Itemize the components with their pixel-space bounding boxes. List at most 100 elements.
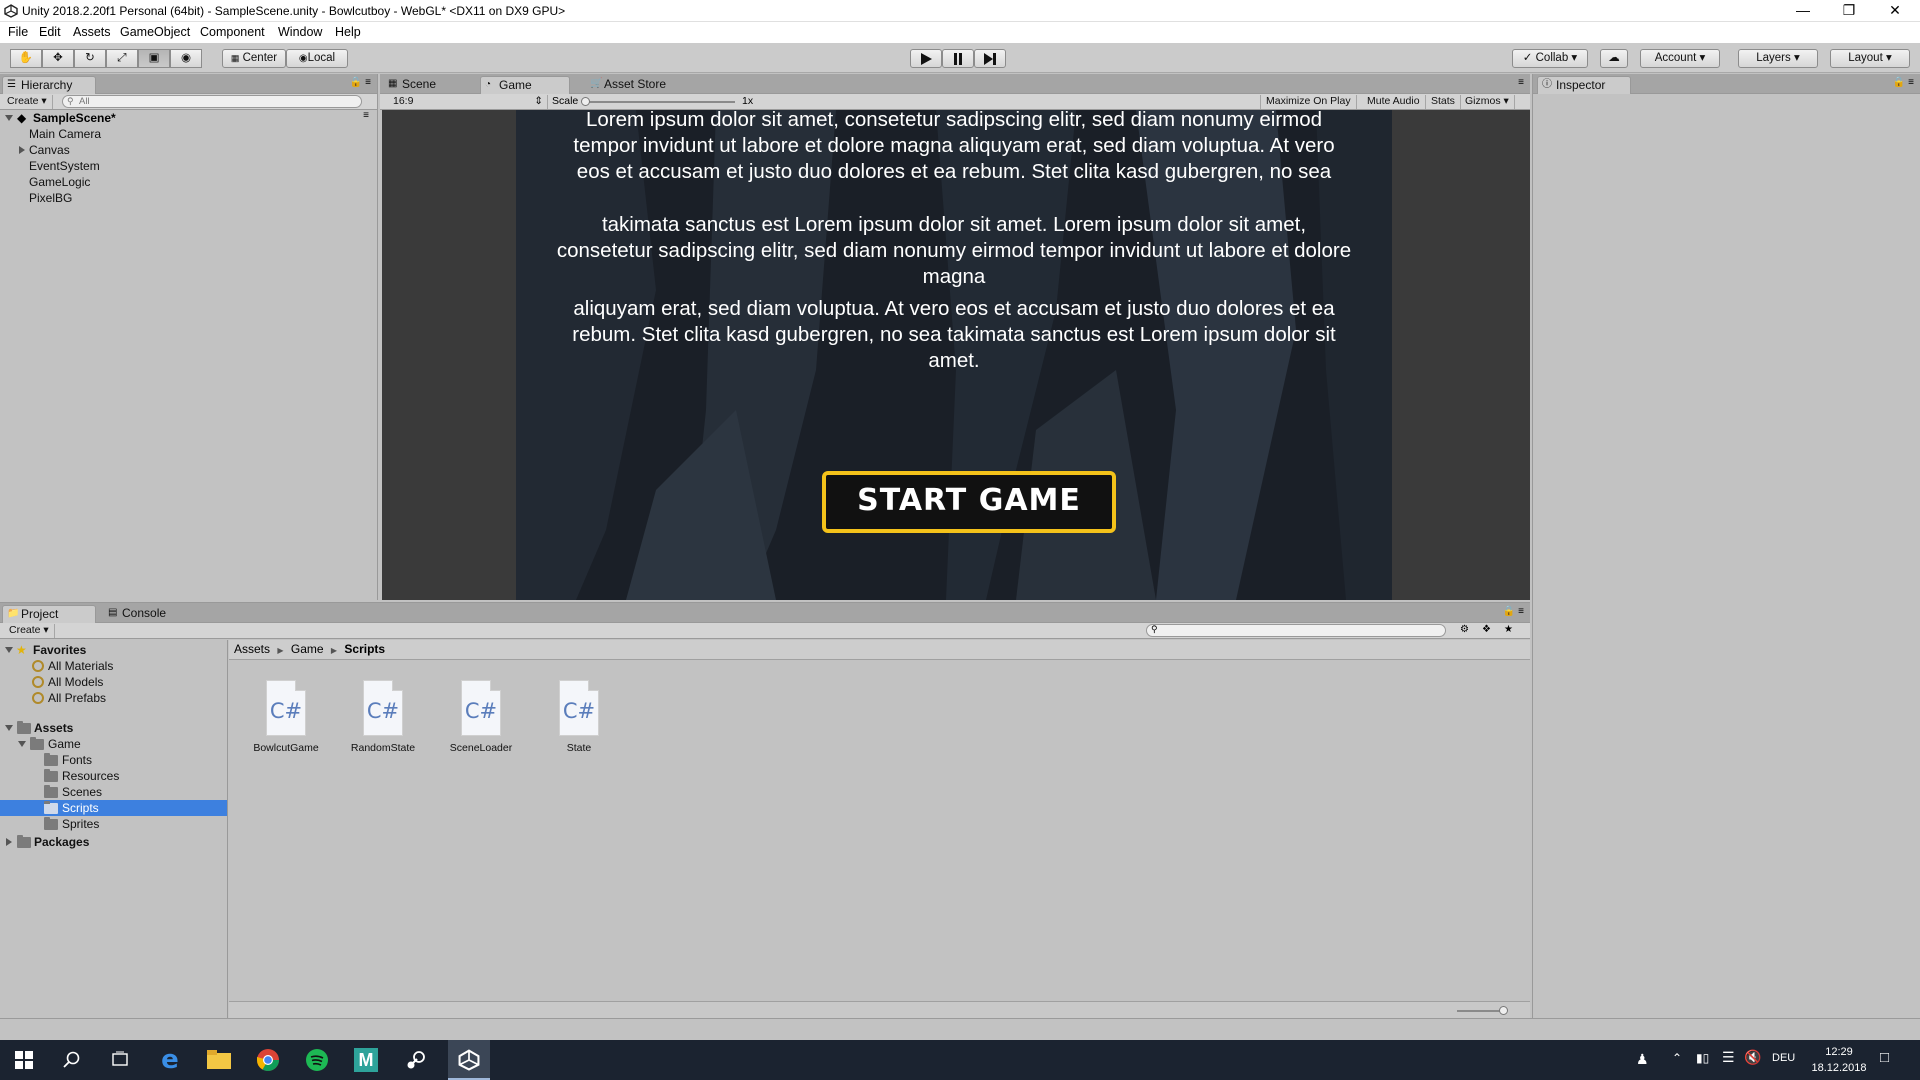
expand-arrow-icon[interactable] <box>19 146 25 154</box>
tab-scene[interactable]: ▦ Scene <box>384 76 476 94</box>
expand-arrow-icon[interactable] <box>18 741 26 747</box>
start-button[interactable] <box>10 1046 38 1074</box>
chevron-up-icon[interactable]: ⌃ <box>1672 1051 1682 1065</box>
folder-game[interactable]: Game <box>0 736 227 752</box>
scene-menu-icon[interactable]: ≡ <box>363 110 369 121</box>
layout-dropdown[interactable]: Layout ▾ <box>1830 49 1910 68</box>
chrome-taskbar-button[interactable] <box>254 1046 282 1074</box>
breadcrumb-item[interactable]: Game <box>291 642 324 656</box>
icon-size-slider-thumb[interactable] <box>1499 1006 1508 1015</box>
menu-file[interactable]: File <box>8 25 28 39</box>
maximize-on-play-toggle[interactable]: Maximize On Play <box>1260 95 1357 109</box>
pivot-local-button[interactable]: ◉Local <box>286 49 348 68</box>
folder-item[interactable]: Sprites <box>0 816 227 832</box>
people-icon[interactable]: ♟ <box>1636 1051 1649 1068</box>
menu-window[interactable]: Window <box>278 25 322 39</box>
transform-tool-button[interactable]: ◉ <box>170 49 202 68</box>
expand-arrow-icon[interactable] <box>6 838 12 846</box>
file-item[interactable]: C# RandomState <box>338 680 428 754</box>
spotify-taskbar-button[interactable] <box>303 1046 331 1074</box>
hierarchy-item[interactable]: Main Camera <box>0 126 377 142</box>
menu-assets[interactable]: Assets <box>73 25 111 39</box>
hierarchy-item[interactable]: GameLogic <box>0 174 377 190</box>
edge-taskbar-button[interactable]: e <box>156 1045 184 1075</box>
menu-gameobject[interactable]: GameObject <box>120 25 190 39</box>
app-m-taskbar-button[interactable]: M <box>352 1046 380 1074</box>
speaker-muted-icon[interactable]: 🔇 <box>1744 1049 1761 1066</box>
scale-slider-thumb[interactable] <box>581 97 590 106</box>
filter-by-type-icon[interactable]: ⚙ <box>1460 624 1469 635</box>
tab-hierarchy[interactable]: ☰ Hierarchy <box>2 76 96 94</box>
game-view[interactable]: Lorem ipsum dolor sit amet, consetetur s… <box>382 110 1530 600</box>
tab-project[interactable]: 📁 Project <box>2 605 96 623</box>
lock-icon[interactable]: 🔒 ≡ <box>350 77 371 88</box>
menu-component[interactable]: Component <box>200 25 265 39</box>
scene-header[interactable]: ◆ SampleScene* ≡ <box>0 110 377 126</box>
expand-arrow-icon[interactable] <box>5 647 13 653</box>
account-dropdown[interactable]: Account ▾ <box>1640 49 1720 68</box>
menu-edit[interactable]: Edit <box>39 25 61 39</box>
favorite-item[interactable]: All Prefabs <box>0 690 227 706</box>
hierarchy-item[interactable]: EventSystem <box>0 158 377 174</box>
inspector-lock-icon[interactable]: 🔒 ≡ <box>1893 77 1914 88</box>
folder-item[interactable]: Scenes <box>0 784 227 800</box>
folder-item[interactable]: Resources <box>0 768 227 784</box>
tab-inspector[interactable]: ⓘ Inspector <box>1537 76 1631 94</box>
battery-icon[interactable]: ▮▯ <box>1696 1051 1709 1065</box>
task-view-button[interactable] <box>106 1046 134 1074</box>
icon-size-slider[interactable] <box>1457 1006 1508 1015</box>
mute-audio-toggle[interactable]: Mute Audio <box>1362 95 1426 109</box>
aspect-dropdown[interactable]: 16:9 ⇕ <box>388 95 548 109</box>
explorer-taskbar-button[interactable] <box>205 1046 233 1074</box>
hierarchy-search-input[interactable]: ⚲ All <box>62 95 362 108</box>
file-item[interactable]: C# State <box>534 680 624 754</box>
stats-toggle[interactable]: Stats <box>1426 95 1461 109</box>
hierarchy-create-button[interactable]: Create ▾ <box>2 95 53 109</box>
tab-game[interactable]: ◔ Game <box>480 76 570 94</box>
pause-button[interactable] <box>942 49 974 68</box>
layers-dropdown[interactable]: Layers ▾ <box>1738 49 1818 68</box>
unity-taskbar-button[interactable] <box>448 1040 490 1080</box>
game-canvas[interactable]: Lorem ipsum dolor sit amet, consetetur s… <box>516 110 1392 600</box>
file-item[interactable]: C# BowlcutGame <box>241 680 331 754</box>
clock[interactable]: 12:29 18.12.2018 <box>1804 1044 1874 1076</box>
input-language[interactable]: DEU <box>1772 1052 1795 1064</box>
step-button[interactable] <box>974 49 1006 68</box>
project-lock-icon[interactable]: 🔒 ≡ <box>1503 606 1524 617</box>
project-search-input[interactable]: ⚲ <box>1146 624 1446 637</box>
steam-taskbar-button[interactable] <box>401 1046 429 1074</box>
menu-help[interactable]: Help <box>335 25 361 39</box>
favorite-item[interactable]: All Materials <box>0 658 227 674</box>
rect-tool-button[interactable]: ▣ <box>138 49 170 68</box>
packages-header[interactable]: Packages <box>0 834 227 850</box>
wifi-icon[interactable]: ☰ <box>1722 1049 1735 1066</box>
assets-header[interactable]: Assets <box>0 720 227 736</box>
move-tool-button[interactable]: ✥ <box>42 49 74 68</box>
pivot-center-button[interactable]: ▦ Center <box>222 49 286 68</box>
scale-tool-button[interactable]: ⤢ <box>106 49 138 68</box>
favorites-header[interactable]: ★ Favorites <box>0 642 227 658</box>
panel-menu-icon[interactable]: ≡ <box>1518 77 1524 88</box>
hand-tool-button[interactable]: ✋ <box>10 49 42 68</box>
folder-item[interactable]: Fonts <box>0 752 227 768</box>
gizmos-dropdown[interactable]: Gizmos ▾ <box>1460 95 1515 109</box>
project-create-button[interactable]: Create ▾ <box>4 624 55 638</box>
notification-icon[interactable]: □ <box>1880 1049 1889 1066</box>
favorite-item[interactable]: All Models <box>0 674 227 690</box>
scale-slider[interactable] <box>581 97 735 106</box>
search-button[interactable] <box>58 1046 86 1074</box>
minimize-button[interactable]: — <box>1780 0 1826 22</box>
tab-console[interactable]: ▤ Console <box>104 605 194 623</box>
expand-arrow-icon[interactable] <box>5 115 13 121</box>
expand-arrow-icon[interactable] <box>5 725 13 731</box>
tab-asset-store[interactable]: 🛒 Asset Store <box>586 76 696 94</box>
play-button[interactable] <box>910 49 942 68</box>
rotate-tool-button[interactable]: ↻ <box>74 49 106 68</box>
file-item[interactable]: C# SceneLoader <box>436 680 526 754</box>
hierarchy-item[interactable]: Canvas <box>0 142 377 158</box>
breadcrumb-item[interactable]: Assets <box>234 642 270 656</box>
breadcrumb-item-current[interactable]: Scripts <box>344 642 385 656</box>
cloud-button[interactable]: ☁ <box>1600 49 1628 68</box>
start-game-button[interactable]: START GAME <box>822 471 1116 533</box>
hierarchy-item[interactable]: PixelBG <box>0 190 377 206</box>
